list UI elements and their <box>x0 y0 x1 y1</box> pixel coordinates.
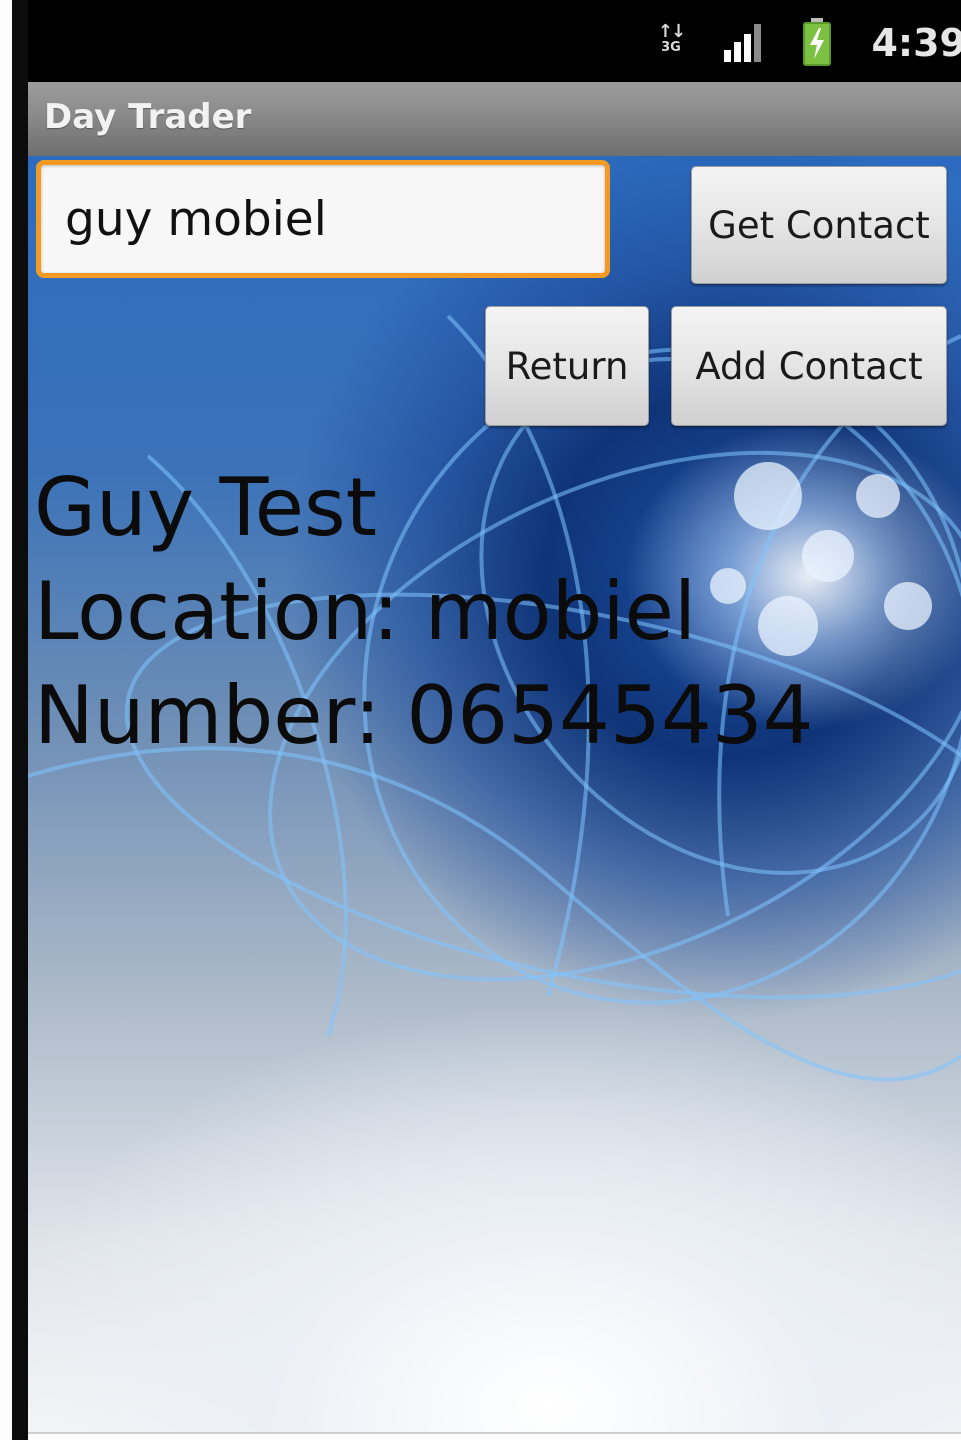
main-content: Get Contact Return Add Contact Guy Test … <box>28 156 961 1432</box>
app-title: Day Trader <box>44 97 252 137</box>
get-contact-button[interactable]: Get Contact <box>691 166 947 284</box>
search-input[interactable] <box>36 160 610 278</box>
status-bar: ↑↓ 3G 4:39 <box>28 0 961 82</box>
title-bar: Day Trader <box>28 82 961 156</box>
contact-number: Number: 06545434 <box>34 669 814 762</box>
phone-screen: ↑↓ 3G 4:39 Day Trader guy mobiel Get Con… <box>0 0 961 1442</box>
contact-location: Location: mobiel <box>34 565 697 658</box>
battery-charging-icon <box>803 18 831 66</box>
network-type-label: 3G <box>661 40 681 55</box>
clock: 4:39 <box>871 21 961 65</box>
signal-bars-icon <box>724 24 761 62</box>
add-contact-button[interactable]: Add Contact <box>671 306 947 426</box>
return-button[interactable]: Return <box>485 306 649 426</box>
data-transfer-icon: ↑↓ 3G <box>657 21 686 56</box>
contact-name: Guy Test <box>34 461 378 554</box>
bottom-edge <box>28 1432 961 1442</box>
contact-result: Guy Test Location: mobiel Number: 065454… <box>34 456 934 768</box>
